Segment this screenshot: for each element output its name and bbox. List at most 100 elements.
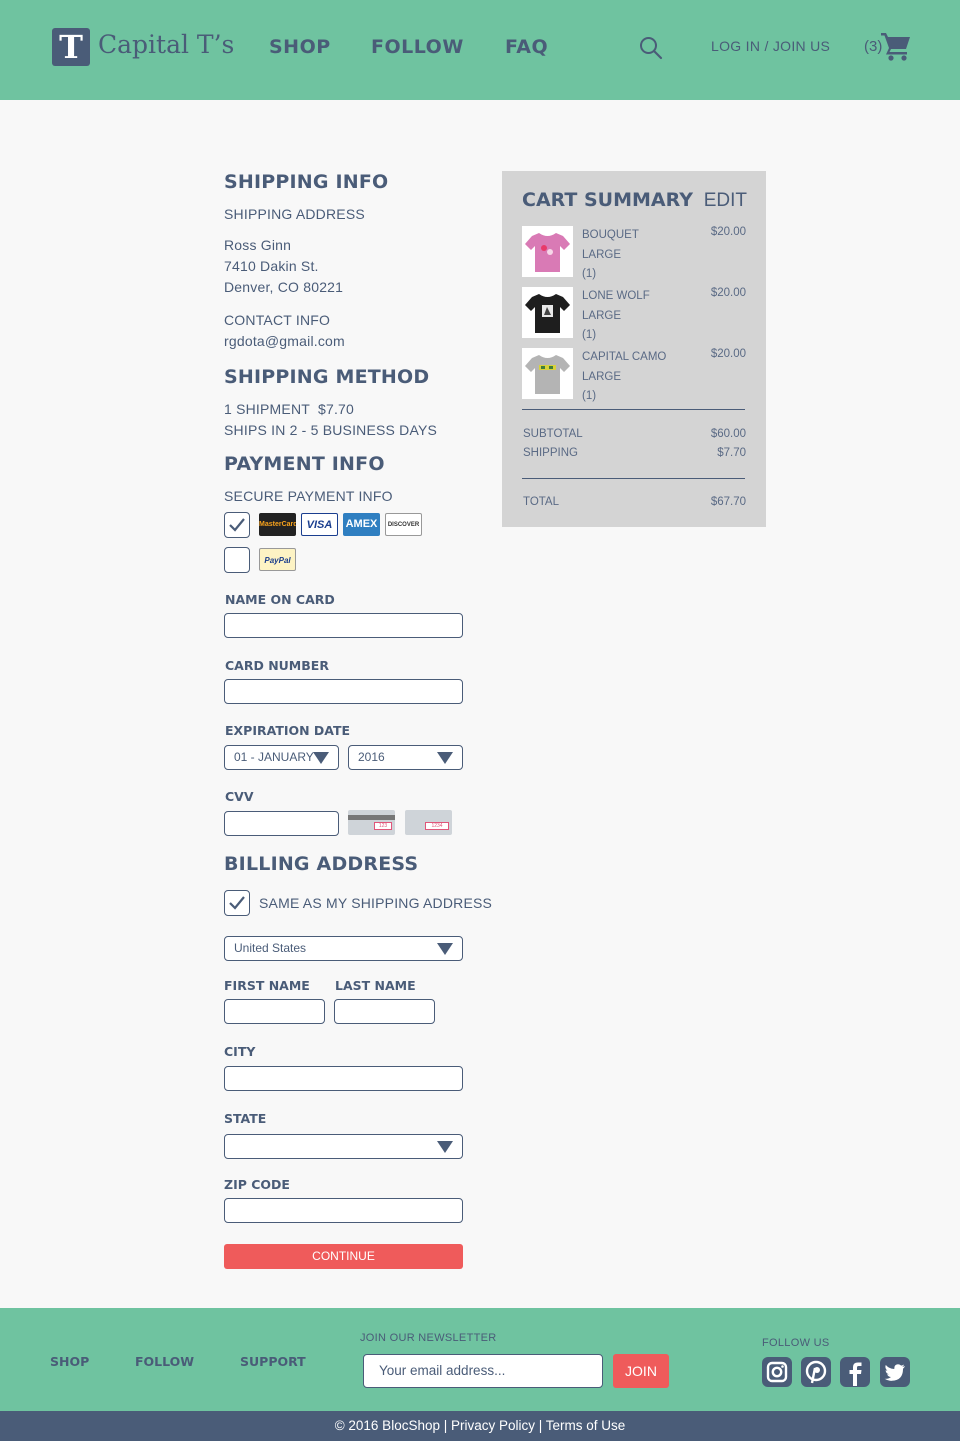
dropdown-arrow-icon <box>437 752 453 764</box>
paypal-logo-icon: PayPal <box>259 548 296 571</box>
last-name-input[interactable] <box>334 999 435 1024</box>
cart-item: CAPITAL CAMO LARGE (1) $20.00 <box>522 348 746 402</box>
facebook-icon[interactable] <box>840 1357 870 1387</box>
copyright-links[interactable]: © 2016 BlocShop | Privacy Policy | Terms… <box>335 1418 626 1433</box>
billing-address-heading: BILLING ADDRESS <box>224 853 419 875</box>
dropdown-arrow-icon <box>313 752 329 764</box>
instagram-icon[interactable] <box>762 1357 792 1387</box>
last-name-label: LAST NAME <box>335 978 416 993</box>
shipping-method-heading: SHIPPING METHOD <box>224 366 430 388</box>
country-select[interactable]: United States <box>224 936 463 961</box>
zip-code-input[interactable] <box>224 1198 463 1223</box>
shipment-count: 1 SHIPMENT <box>224 401 311 417</box>
tshirt-icon <box>525 294 570 333</box>
country-value: United States <box>234 941 307 955</box>
cvv-front-card-icon: 1234 <box>405 810 452 835</box>
shipping-info-heading: SHIPPING INFO <box>224 171 389 193</box>
checkmark-icon <box>229 896 245 910</box>
login-join-link[interactable]: LOG IN / JOIN US <box>711 38 830 54</box>
follow-us-label: FOLLOW US <box>762 1337 830 1349</box>
dropdown-arrow-icon <box>437 943 453 955</box>
city-input[interactable] <box>224 1066 463 1091</box>
first-name-input[interactable] <box>224 999 325 1024</box>
product-thumbnail[interactable] <box>522 226 573 277</box>
expiration-year-value: 2016 <box>358 750 385 764</box>
amex-logo-icon: AMEX <box>343 513 380 536</box>
dropdown-arrow-icon <box>437 1141 453 1153</box>
expiration-year-select[interactable]: 2016 <box>348 745 463 770</box>
search-icon[interactable] <box>639 36 663 60</box>
state-select[interactable] <box>224 1134 463 1159</box>
first-name-label: FIRST NAME <box>224 978 310 993</box>
continue-button[interactable]: CONTINUE <box>224 1244 463 1269</box>
cart-item: BOUQUET LARGE (1) $20.00 <box>522 226 746 280</box>
same-as-shipping-checkbox[interactable] <box>224 890 250 916</box>
newsletter-email-input[interactable]: Your email address... <box>363 1354 603 1388</box>
divider <box>522 478 745 479</box>
nav-follow[interactable]: FOLLOW <box>371 36 464 58</box>
footer-nav-support[interactable]: SUPPORT <box>240 1354 306 1369</box>
site-footer: SHOP FOLLOW SUPPORT JOIN OUR NEWSLETTER … <box>0 1308 960 1411</box>
state-label: STATE <box>224 1111 267 1126</box>
checkmark-icon <box>229 518 245 532</box>
twitter-icon[interactable] <box>880 1357 910 1387</box>
shipping-address-label: SHIPPING ADDRESS <box>224 206 365 222</box>
card-number-input[interactable] <box>224 679 463 704</box>
mastercard-logo-icon: MasterCard <box>259 513 296 536</box>
name-on-card-input[interactable] <box>224 613 463 638</box>
paypal-payment-checkbox[interactable] <box>224 547 250 573</box>
cart-summary-panel: CART SUMMARY EDIT BOUQUET LARGE (1) $20.… <box>502 171 766 527</box>
cvv-label: CVV <box>225 789 254 804</box>
footer-nav-follow[interactable]: FOLLOW <box>135 1354 194 1369</box>
product-thumbnail[interactable] <box>522 287 573 338</box>
shipping-row: SHIPPING $7.70 <box>523 447 746 459</box>
expiration-month-value: 01 - JANUARY <box>234 750 314 764</box>
expiration-date-label: EXPIRATION DATE <box>225 723 351 738</box>
cart-item-details: LONE WOLF LARGE (1) <box>582 290 650 341</box>
cart-item-details: BOUQUET LARGE (1) <box>582 229 639 280</box>
zip-code-label: ZIP CODE <box>224 1177 290 1192</box>
cart-item-price: $20.00 <box>710 287 746 299</box>
shopping-cart-icon[interactable] <box>880 30 912 62</box>
cart-item-details: CAPITAL CAMO LARGE (1) <box>582 351 667 402</box>
card-payment-checkbox[interactable] <box>224 512 250 538</box>
subtotal-row: SUBTOTAL $60.00 <box>523 428 746 440</box>
cvv-back-card-icon: 123 <box>348 810 395 835</box>
expiration-month-select[interactable]: 01 - JANUARY <box>224 745 339 770</box>
name-on-card-label: NAME ON CARD <box>225 592 335 607</box>
site-header: T Capital T’s SHOP FOLLOW FAQ LOG IN / J… <box>0 0 960 100</box>
cart-item: LONE WOLF LARGE (1) $20.00 <box>522 287 746 341</box>
tshirt-icon <box>525 355 570 394</box>
payment-info-heading: PAYMENT INFO <box>224 453 385 475</box>
nav-shop[interactable]: SHOP <box>269 36 331 58</box>
cart-item-price: $20.00 <box>710 226 746 238</box>
discover-logo-icon: DISCOVER <box>385 513 422 536</box>
visa-logo-icon: VISA <box>301 513 338 536</box>
shipping-street: 7410 Dakin St. <box>224 258 319 274</box>
shipping-name: Ross Ginn <box>224 237 292 253</box>
cart-summary-heading: CART SUMMARY <box>522 189 693 211</box>
cart-item-price: $20.00 <box>710 348 746 360</box>
logo-icon[interactable]: T <box>52 28 90 66</box>
contact-info-label: CONTACT INFO <box>224 312 331 328</box>
shipping-eta: SHIPS IN 2 - 5 BUSINESS DAYS <box>224 422 438 438</box>
total-row: TOTAL $67.70 <box>523 496 746 508</box>
newsletter-label: JOIN OUR NEWSLETTER <box>360 1332 497 1344</box>
cvv-input[interactable] <box>224 811 339 836</box>
pinterest-icon[interactable] <box>801 1357 831 1387</box>
product-thumbnail[interactable] <box>522 348 573 399</box>
same-as-shipping-label: SAME AS MY SHIPPING ADDRESS <box>259 895 493 911</box>
copyright-bar: © 2016 BlocShop | Privacy Policy | Terms… <box>0 1411 960 1441</box>
newsletter-join-button[interactable]: JOIN <box>613 1354 669 1388</box>
shipment-price: $7.70 <box>318 401 355 417</box>
city-label: CITY <box>224 1044 256 1059</box>
card-number-label: CARD NUMBER <box>225 658 329 673</box>
logo-text[interactable]: Capital T’s <box>98 30 234 59</box>
contact-email: rgdota@gmail.com <box>224 333 345 349</box>
cart-edit-link[interactable]: EDIT <box>704 190 747 212</box>
nav-faq[interactable]: FAQ <box>505 36 548 58</box>
shipping-city-line: Denver, CO 80221 <box>224 279 344 295</box>
secure-payment-label: SECURE PAYMENT INFO <box>224 488 393 504</box>
footer-nav-shop[interactable]: SHOP <box>50 1354 89 1369</box>
tshirt-icon <box>525 233 570 272</box>
